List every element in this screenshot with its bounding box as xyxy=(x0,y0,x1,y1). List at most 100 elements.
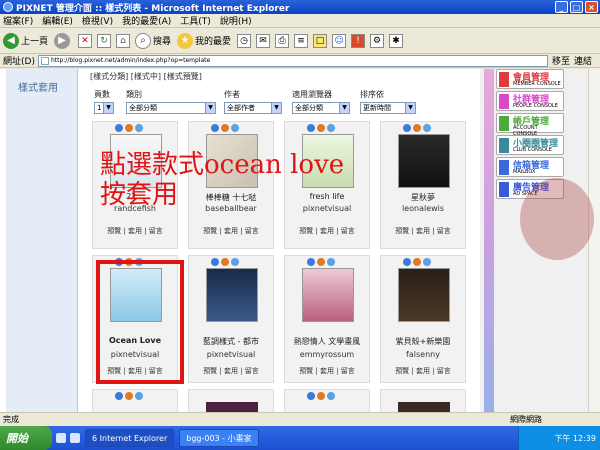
messenger-icon[interactable]: ☺ xyxy=(332,33,347,48)
template-card[interactable]: fresh life pixnetvisual 預覽 | 套用 | 留言 xyxy=(284,121,370,249)
account-console-button[interactable]: 帳戶管理 ACCOUNT CONSOLE xyxy=(496,113,564,137)
menu-view[interactable]: 檢視(V) xyxy=(82,14,113,27)
quicklaunch-ie-icon[interactable] xyxy=(56,433,66,443)
home-icon[interactable]: ⌂ xyxy=(116,33,131,48)
template-card[interactable] xyxy=(188,389,274,414)
star-icon: ★ xyxy=(177,32,194,49)
template-actions[interactable]: 預覽 | 套用 | 留言 xyxy=(381,366,465,376)
filter-author: 作者 全部作者 ▼ xyxy=(224,89,282,114)
template-actions[interactable]: 預覽 | 套用 | 留言 xyxy=(189,226,273,236)
tools-icon[interactable]: ⚙ xyxy=(370,33,385,48)
status-bar: 完成 網際網路 xyxy=(0,412,600,426)
maximize-button[interactable]: □ xyxy=(570,1,583,13)
discuss-icon[interactable]: □ xyxy=(313,33,328,48)
template-actions[interactable]: 預覽 | 套用 | 留言 xyxy=(285,226,369,236)
template-card[interactable]: Ocean Love pixnetvisual 預覽 | 套用 | 留言 xyxy=(92,255,178,383)
settings-icon[interactable]: ✱ xyxy=(389,33,404,48)
template-card[interactable]: 紫貝殼+新樂園 falsenny 預覽 | 套用 | 留言 xyxy=(380,255,466,383)
mail-icon[interactable]: ✉ xyxy=(256,33,271,48)
people-console-button[interactable]: 社群管理 PEOPLE CONSOLE xyxy=(496,91,564,111)
filter-author-select[interactable]: 全部作者 ▼ xyxy=(224,102,282,114)
window-title: PIXNET 管理介面 :: 樣式列表 - Microsoft Internet… xyxy=(16,3,290,14)
menu-file[interactable]: 檔案(F) xyxy=(3,14,33,27)
links-button[interactable]: 連結 xyxy=(574,54,592,67)
menu-help[interactable]: 說明(H) xyxy=(220,14,252,27)
toolbar: ◀ 上一頁 ▶ ✕ ↻ ⌂ ⌕ 搜尋 ★ 我的最愛 ◷ ✉ ⎙ ≡ □ ☺ ! … xyxy=(0,28,600,54)
club-console-sub: CLUB CONSOLE xyxy=(513,147,552,153)
address-input[interactable]: http://blog.pixnet.net/admin/index.php?o… xyxy=(37,54,548,67)
member-console-button[interactable]: 會員管理 MEMBER CONSOLE xyxy=(496,69,564,89)
security-zone: 網際網路 xyxy=(510,415,542,424)
member-icon xyxy=(499,72,509,87)
mailbox-button[interactable]: 信箱管理 MAILBOX xyxy=(496,157,564,177)
template-name: 星秋夢 xyxy=(411,193,435,202)
taskbar-item-paint[interactable]: bgg-003 - 小畫家 xyxy=(179,429,259,447)
page-icon xyxy=(40,56,49,65)
search-button[interactable]: ⌕ 搜尋 xyxy=(135,32,171,49)
vertical-scrollbar[interactable] xyxy=(588,69,600,412)
refresh-icon[interactable]: ↻ xyxy=(97,33,112,48)
template-thumbnail[interactable] xyxy=(398,134,450,188)
template-card[interactable] xyxy=(92,389,178,413)
template-author: leonalewis xyxy=(401,204,445,213)
template-name: Ocean Love xyxy=(108,336,162,345)
template-name: 紫貝殼+新樂園 xyxy=(395,337,451,346)
template-actions[interactable]: 預覽 | 套用 | 留言 xyxy=(93,226,177,236)
menu-favorites[interactable]: 我的最愛(A) xyxy=(122,14,171,27)
menu-tools[interactable]: 工具(T) xyxy=(180,14,211,27)
edit-icon[interactable]: ≡ xyxy=(294,33,309,48)
taskbar-item-ie[interactable]: 6 Internet Explorer xyxy=(85,429,175,447)
browser-icons xyxy=(115,392,145,400)
address-label: 網址(D) xyxy=(3,57,35,67)
clock: 下午 12:39 xyxy=(554,433,596,443)
favorites-button[interactable]: ★ 我的最愛 xyxy=(177,32,231,49)
browser-icons xyxy=(115,258,145,266)
filter-browser-select[interactable]: 全部分類 ▼ xyxy=(292,102,350,114)
template-tabs[interactable]: [樣式分類] [樣式中] [樣式預覽] xyxy=(90,71,202,82)
start-button[interactable]: 開始 xyxy=(0,426,52,450)
filter-author-value: 全部作者 xyxy=(227,104,255,112)
template-actions[interactable]: 預覽 | 套用 | 留言 xyxy=(189,366,273,376)
browser-icons xyxy=(307,124,337,132)
template-actions[interactable]: 預覽 | 套用 | 留言 xyxy=(381,226,465,236)
close-button[interactable]: × xyxy=(585,1,598,13)
template-name: 棒棒糖 十七哒 xyxy=(205,193,257,202)
research-icon[interactable]: ! xyxy=(351,33,366,48)
menu-strip xyxy=(484,69,494,412)
template-actions[interactable]: 預覽 | 套用 | 留言 xyxy=(285,366,369,376)
filter-page-select[interactable]: 1 ▼ xyxy=(94,102,114,114)
status-text: 完成 xyxy=(3,415,19,424)
stop-icon[interactable]: ✕ xyxy=(78,33,93,48)
template-thumbnail[interactable] xyxy=(206,268,258,322)
template-thumbnail[interactable] xyxy=(110,268,162,322)
minimize-button[interactable]: _ xyxy=(555,1,568,13)
filter-sort-label: 排序依 xyxy=(360,90,384,99)
forward-button[interactable]: ▶ xyxy=(54,32,72,49)
go-button[interactable]: 移至 xyxy=(552,54,570,67)
account-icon xyxy=(499,116,509,131)
template-thumbnail[interactable] xyxy=(398,268,450,322)
print-icon[interactable]: ⎙ xyxy=(275,33,290,48)
template-card[interactable] xyxy=(380,389,466,414)
browser-icons xyxy=(403,258,433,266)
template-card[interactable] xyxy=(284,389,370,413)
filter-category-select[interactable]: 全部分類 ▼ xyxy=(126,102,216,114)
template-name: 熱戀情人 文學畫風 xyxy=(293,337,361,346)
ie-icon xyxy=(3,2,13,12)
club-console-button[interactable]: 小圈圈管理 CLUB CONSOLE xyxy=(496,135,564,155)
template-thumbnail[interactable] xyxy=(302,268,354,322)
template-card[interactable]: 熱戀情人 文學畫風 emmyrossum 預覽 | 套用 | 留言 xyxy=(284,255,370,383)
back-button[interactable]: ◀ 上一頁 xyxy=(3,32,48,49)
history-icon[interactable]: ◷ xyxy=(237,33,252,48)
menu-edit[interactable]: 編輯(E) xyxy=(42,14,73,27)
back-arrow-icon: ◀ xyxy=(3,32,19,49)
template-card[interactable]: 藍調樣式 - 都市 pixnetvisual 預覽 | 套用 | 留言 xyxy=(188,255,274,383)
mailbox-icon xyxy=(499,160,509,175)
template-card[interactable]: 棒棒糖 十七哒 baseballbear 預覽 | 套用 | 留言 xyxy=(188,121,274,249)
filter-page-value: 1 xyxy=(97,104,102,112)
filter-sort-select[interactable]: 更新時間 ▼ xyxy=(360,102,416,114)
filter-category: 類別 全部分類 ▼ xyxy=(126,89,216,114)
template-actions[interactable]: 預覽 | 套用 | 留言 xyxy=(93,366,177,376)
template-card[interactable]: 星秋夢 leonalewis 預覽 | 套用 | 留言 xyxy=(380,121,466,249)
quicklaunch-desktop-icon[interactable] xyxy=(70,433,80,443)
